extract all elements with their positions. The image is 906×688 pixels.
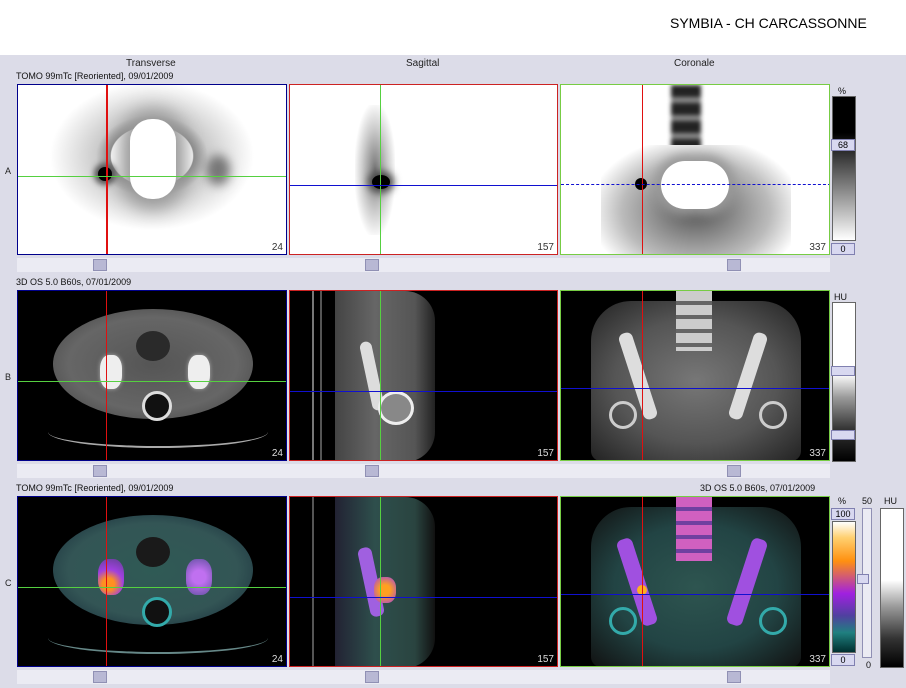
viewport-a-sagittal[interactable]: 157 <box>289 84 558 255</box>
scale-a-min[interactable]: 0 <box>831 243 855 255</box>
viewport-c-sagittal[interactable]: 157 <box>289 496 558 667</box>
slice-number: 337 <box>809 654 826 665</box>
crosshair-vertical <box>106 291 107 460</box>
crosshair-horizontal <box>290 185 557 186</box>
row-a-label: A <box>5 166 12 176</box>
scale-b-upper-handle[interactable] <box>831 366 855 376</box>
slice-number: 24 <box>271 242 283 253</box>
slider-thumb-icon[interactable] <box>727 671 741 683</box>
scale-c-pct-unit: % <box>838 496 847 506</box>
row-c-info-left: TOMO 99mTc [Reoriented], 09/01/2009 <box>16 483 174 493</box>
scale-a-unit: % <box>838 86 847 96</box>
crosshair-horizontal <box>18 381 286 382</box>
scale-b-lower-handle[interactable] <box>831 430 855 440</box>
viewport-a-transverse[interactable]: 24 <box>17 84 287 255</box>
crosshair-vertical <box>642 497 643 666</box>
slice-number: 24 <box>271 448 283 459</box>
slider-thumb-icon[interactable] <box>727 259 741 271</box>
slider-thumb-icon[interactable] <box>365 259 379 271</box>
viewport-b-sagittal[interactable]: 157 <box>289 290 558 461</box>
slider-thumb-icon[interactable] <box>93 259 107 271</box>
header-coronal: Coronale <box>674 58 715 69</box>
crosshair-horizontal <box>18 176 286 177</box>
scale-c-max[interactable]: 100 <box>831 508 855 520</box>
crosshair-horizontal <box>561 184 829 185</box>
viewport-b-coronal[interactable]: 337 <box>560 290 830 461</box>
slice-number: 157 <box>537 654 554 665</box>
scale-c-colorbar[interactable] <box>832 521 856 653</box>
slider-thumb-icon[interactable] <box>365 671 379 683</box>
slider-thumb-icon[interactable] <box>93 465 107 477</box>
slice-number: 337 <box>809 242 826 253</box>
slider-thumb-icon[interactable] <box>727 465 741 477</box>
crosshair-vertical <box>106 497 107 666</box>
viewport-a-coronal[interactable]: 337 <box>560 84 830 255</box>
slider-thumb-icon[interactable] <box>365 465 379 477</box>
row-b-label: B <box>5 372 12 382</box>
row-c-slider-strip[interactable] <box>17 670 830 684</box>
row-a-slider-strip[interactable] <box>17 258 830 272</box>
row-b-info: 3D OS 5.0 B60s, 07/01/2009 <box>16 277 132 287</box>
crosshair-vertical <box>380 291 381 460</box>
scale-c-mid: 50 <box>862 496 873 506</box>
crosshair-vertical <box>106 85 108 254</box>
scale-c-hu-colorbar[interactable] <box>880 508 904 668</box>
scale-a-colorbar[interactable] <box>832 96 856 241</box>
crosshair-horizontal <box>18 587 286 588</box>
header-sagittal: Sagittal <box>406 58 440 69</box>
slice-number: 337 <box>809 448 826 459</box>
site-title: SYMBIA - CH CARCASSONNE <box>670 15 867 31</box>
slice-number: 157 <box>537 242 554 253</box>
slider-thumb-icon[interactable] <box>93 671 107 683</box>
row-c-info-right: 3D OS 5.0 B60s, 07/01/2009 <box>700 483 816 493</box>
slice-number: 157 <box>537 448 554 459</box>
scale-c-blend-handle[interactable] <box>857 574 869 584</box>
crosshair-vertical <box>380 497 381 666</box>
crosshair-vertical <box>642 291 643 460</box>
viewport-b-transverse[interactable]: 24 <box>17 290 287 461</box>
crosshair-vertical <box>642 85 643 254</box>
crosshair-horizontal <box>561 388 829 389</box>
header-transverse: Transverse <box>126 58 176 69</box>
row-a-info: TOMO 99mTc [Reoriented], 09/01/2009 <box>16 71 174 81</box>
slice-number: 24 <box>271 654 283 665</box>
scale-c-min[interactable]: 0 <box>831 654 855 666</box>
scale-b-unit: HU <box>834 292 847 302</box>
viewport-c-coronal[interactable]: 337 <box>560 496 830 667</box>
viewport-c-transverse[interactable]: 24 <box>17 496 287 667</box>
scale-c-hu-min: 0 <box>866 660 872 670</box>
crosshair-horizontal <box>290 597 557 598</box>
row-c-label: C <box>5 578 12 588</box>
scale-c-hu-unit: HU <box>884 496 897 506</box>
crosshair-horizontal <box>290 391 557 392</box>
crosshair-horizontal <box>561 594 829 595</box>
crosshair-vertical <box>380 85 381 254</box>
scale-a-max[interactable]: 68 <box>831 139 855 151</box>
row-b-slider-strip[interactable] <box>17 464 830 478</box>
